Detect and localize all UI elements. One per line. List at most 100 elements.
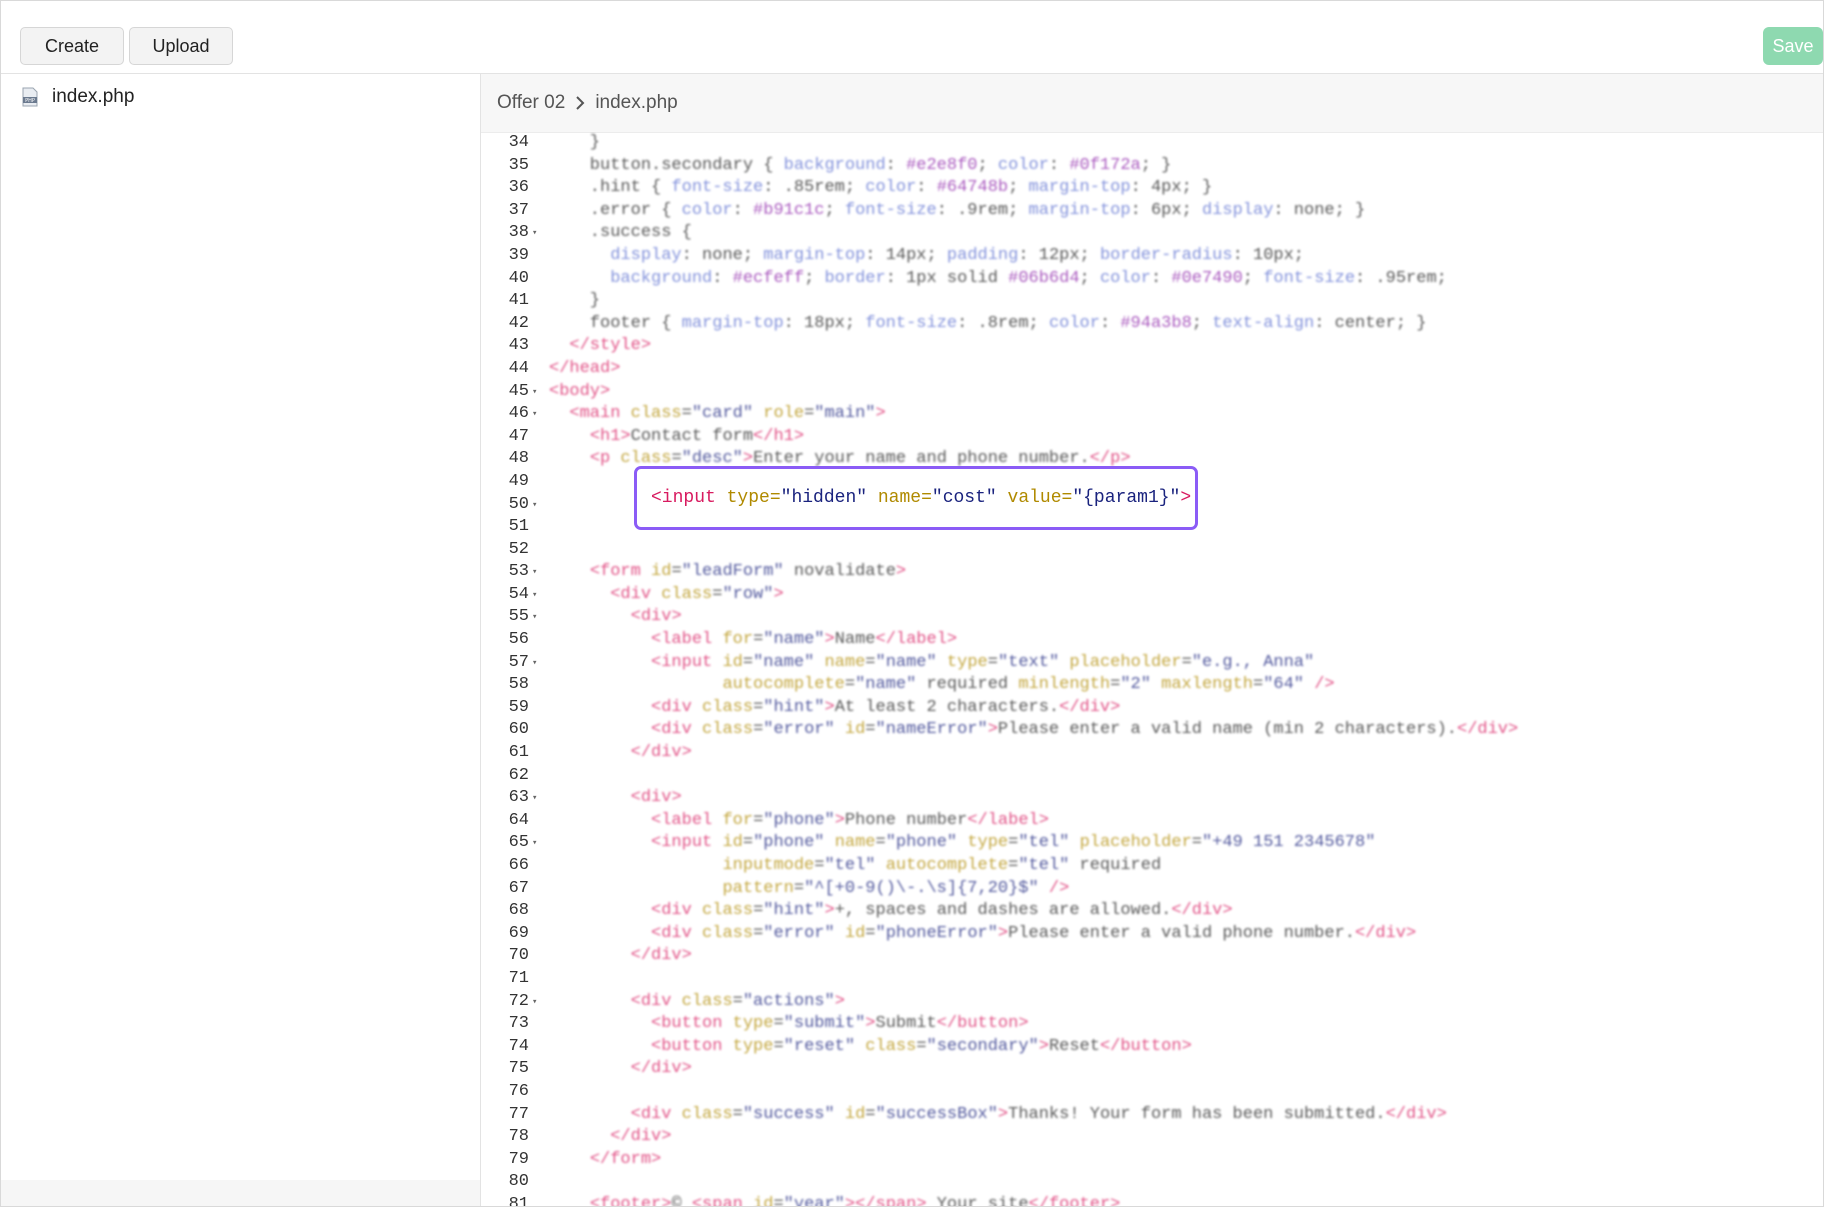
code-line[interactable]: 40 background: #ecfeff; border: 1px soli…	[481, 268, 1823, 291]
code-text: <div class="success" id="successBox">Tha…	[630, 1104, 1447, 1124]
code-text: autocomplete="name" required minlength="…	[722, 675, 1335, 695]
code-line[interactable]: 65 ▾ <input id="phone" name="phone" type=…	[481, 832, 1823, 855]
save-button[interactable]: Save	[1763, 27, 1823, 65]
code-line[interactable]: 56 <label for="name">Name</label>	[481, 629, 1823, 652]
code-line[interactable]: 69 <div class="error" id="phoneError">Pl…	[481, 923, 1823, 946]
code-line[interactable]: 35 button.secondary { background: #e2e8f…	[481, 155, 1823, 178]
code-line[interactable]: 73 <button type="submit">Submit</button>	[481, 1013, 1823, 1036]
code-text: <label for="name">Name</label>	[651, 630, 958, 650]
line-number: 56	[508, 630, 529, 650]
line-number: 53	[508, 562, 529, 582]
code-line[interactable]: 38 ▾ .success {	[481, 222, 1823, 245]
line-number: 38	[508, 223, 529, 243]
code-line[interactable]: 70 </div>	[481, 945, 1823, 968]
line-number: 36	[508, 178, 529, 198]
code-line[interactable]: 43 </style>	[481, 335, 1823, 358]
fold-arrow-icon[interactable]: ▾	[532, 991, 542, 1014]
code-text: .hint { font-size: .85rem; color: #64748…	[549, 178, 1213, 198]
line-number: 72	[508, 991, 529, 1011]
code-text: </style>	[569, 336, 652, 356]
create-file-button[interactable]: Create file	[20, 27, 124, 92]
fold-arrow-icon[interactable]: ▾	[532, 403, 542, 426]
line-number: 77	[508, 1104, 529, 1124]
php-file-icon: PHP	[22, 87, 38, 107]
line-number: 50	[508, 494, 529, 514]
code-line[interactable]: 68 <div class="hint">+, spaces and dashe…	[481, 900, 1823, 923]
file-item-index-php[interactable]: PHP index.php	[21, 84, 134, 110]
code-line[interactable]: 37 .error { color: #b91c1c; font-size: .…	[481, 200, 1823, 223]
line-number: 48	[508, 449, 529, 469]
code-line[interactable]: 39 display: none; margin-top: 14px; padd…	[481, 245, 1823, 268]
code-line[interactable]: 66 inputmode="tel" autocomplete="tel" re…	[481, 855, 1823, 878]
code-line[interactable]: 61 </div>	[481, 742, 1823, 765]
svg-text:PHP: PHP	[25, 98, 35, 104]
code-line[interactable]: 80	[481, 1171, 1823, 1194]
code-line[interactable]: 72 ▾ <div class="actions">	[481, 991, 1823, 1014]
code-line[interactable]: 67 pattern="^[+0-9()\-.\s]{7,20}$" />	[481, 878, 1823, 901]
code-line[interactable]: 34 }	[481, 132, 1823, 155]
code-line[interactable]: 57 ▾ <input id="name" name="name" type="t…	[481, 652, 1823, 675]
code-line[interactable]: 81 <footer>© <span id="year"></span> You…	[481, 1194, 1823, 1206]
line-number: 46	[508, 404, 529, 424]
code-token: name=	[877, 488, 932, 508]
breadcrumb-folder[interactable]: Offer 02	[497, 92, 565, 114]
code-line[interactable]: 46 ▾ <main class="card" role="main">	[481, 403, 1823, 426]
code-line[interactable]: 36 .hint { font-size: .85rem; color: #64…	[481, 177, 1823, 200]
line-number: 67	[508, 878, 529, 898]
fold-arrow-icon[interactable]: ▾	[532, 832, 542, 855]
code-line[interactable]: 60 <div class="error" id="nameError">Ple…	[481, 719, 1823, 742]
chevron-right-icon	[575, 95, 585, 111]
code-line[interactable]: 76	[481, 1081, 1823, 1104]
breadcrumb: Offer 02 index.php	[481, 74, 1823, 133]
fold-arrow-icon[interactable]: ▾	[532, 606, 542, 629]
code-line[interactable]: 59 <div class="hint">At least 2 characte…	[481, 697, 1823, 720]
code-text: footer { margin-top: 18px; font-size: .8…	[549, 313, 1427, 333]
fold-arrow-icon[interactable]: ▾	[532, 584, 542, 607]
line-number: 45	[508, 381, 529, 401]
fold-arrow-icon[interactable]: ▾	[532, 222, 542, 245]
code-line[interactable]: 64 <label for="phone">Phone number</labe…	[481, 810, 1823, 833]
line-number: 52	[508, 539, 529, 559]
code-line[interactable]: 62	[481, 765, 1823, 788]
code-line[interactable]: 41 }	[481, 290, 1823, 313]
code-line[interactable]: 74 <button type="reset" class="secondary…	[481, 1036, 1823, 1059]
line-number: 70	[508, 946, 529, 966]
upload-file-button[interactable]: Upload file	[129, 27, 233, 92]
code-text: <div>	[630, 788, 682, 808]
fold-arrow-icon[interactable]: ▾	[532, 561, 542, 584]
code-line[interactable]: 58 autocomplete="name" required minlengt…	[481, 674, 1823, 697]
code-line[interactable]: 53 ▾ <form id="leadForm" novalidate>	[481, 561, 1823, 584]
code-area[interactable]: 34 } 35 button.secondary { background: #e…	[481, 132, 1823, 1206]
code-line[interactable]: 55 ▾ <div>	[481, 606, 1823, 629]
code-line[interactable]: 78 </div>	[481, 1126, 1823, 1149]
code-line[interactable]: 77 <div class="success" id="successBox">…	[481, 1104, 1823, 1127]
code-line[interactable]: 44 </head>	[481, 358, 1823, 381]
code-text: }	[549, 133, 601, 152]
line-number: 39	[508, 245, 529, 265]
code-line[interactable]: 54 ▾ <div class="row">	[481, 584, 1823, 607]
fold-arrow-icon[interactable]: ▾	[532, 652, 542, 675]
code-line[interactable]: 47 <h1>Contact form</h1>	[481, 426, 1823, 449]
code-text: display: none; margin-top: 14px; padding…	[610, 245, 1305, 265]
fold-arrow-icon[interactable]: ▾	[532, 494, 542, 517]
line-number: 64	[508, 810, 529, 830]
fold-arrow-icon[interactable]: ▾	[532, 381, 542, 404]
line-number: 51	[508, 517, 529, 537]
code-line[interactable]: 52	[481, 539, 1823, 562]
code-text: </div>	[610, 1127, 672, 1147]
code-text: </div>	[630, 743, 692, 763]
code-line[interactable]: 79 </form>	[481, 1149, 1823, 1172]
code-text: <div class="actions">	[630, 991, 845, 1011]
line-number: 42	[508, 313, 529, 333]
code-line[interactable]: 71	[481, 968, 1823, 991]
code-text: <label for="phone">Phone number</label>	[651, 810, 1049, 830]
fold-arrow-icon[interactable]: ▾	[532, 787, 542, 810]
code-line[interactable]: 63 ▾ <div>	[481, 787, 1823, 810]
line-number: 60	[508, 720, 529, 740]
code-line[interactable]: 45 ▾ <body>	[481, 381, 1823, 404]
line-number: 55	[508, 607, 529, 627]
line-number: 62	[508, 765, 529, 785]
code-line[interactable]: 75 </div>	[481, 1058, 1823, 1081]
line-number: 65	[508, 833, 529, 853]
code-line[interactable]: 42 footer { margin-top: 18px; font-size:…	[481, 313, 1823, 336]
